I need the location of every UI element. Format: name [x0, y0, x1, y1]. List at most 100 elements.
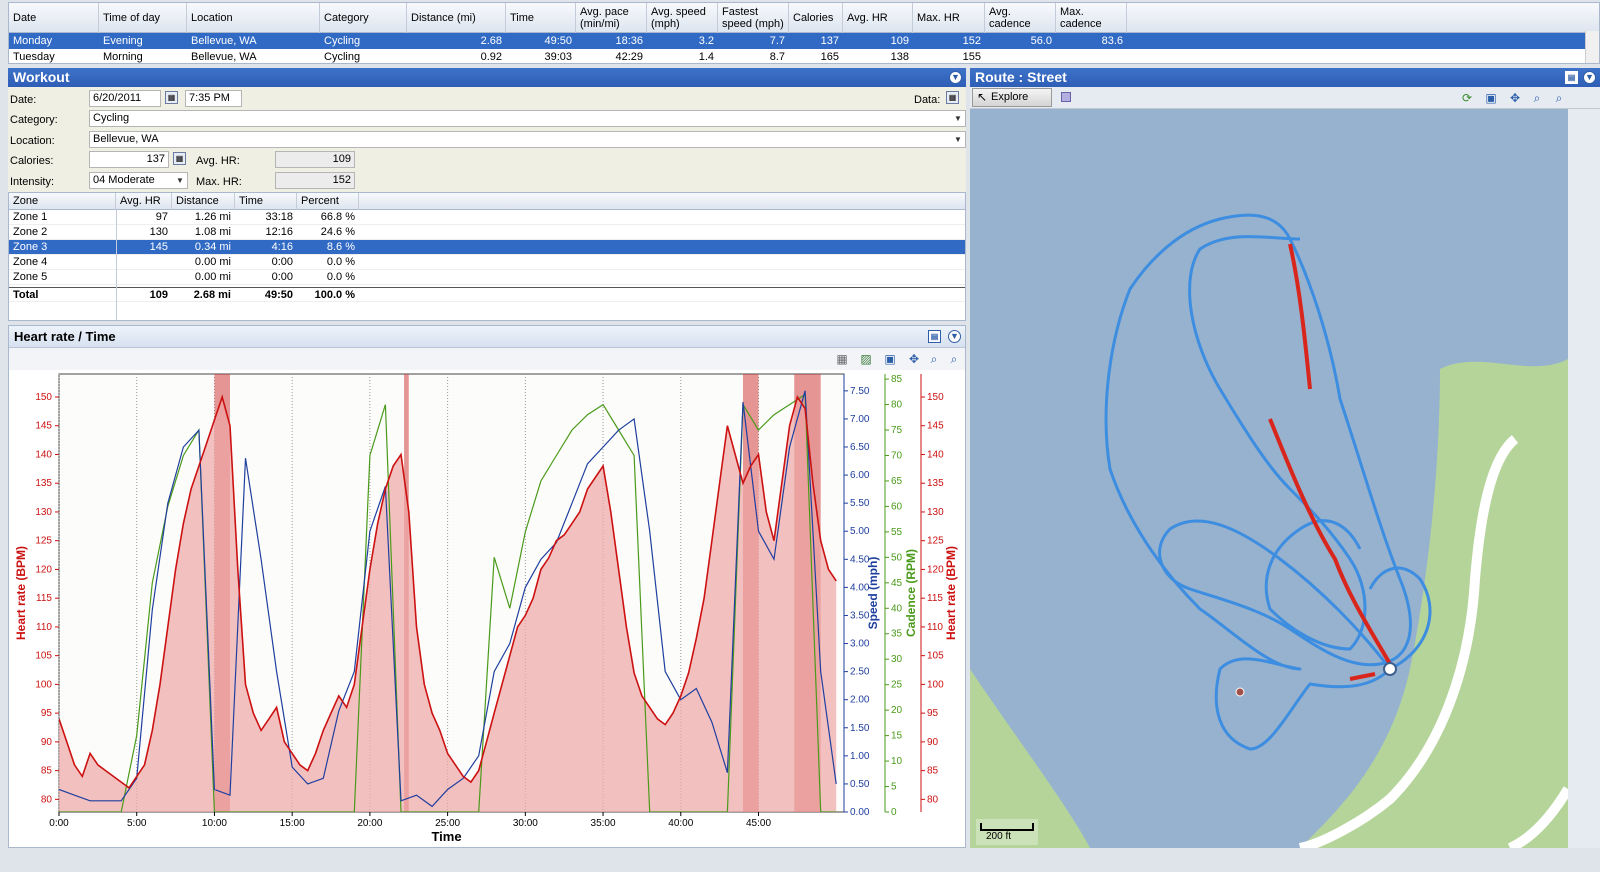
map-sidebar — [1568, 109, 1600, 848]
col-distance[interactable]: Distance (mi) — [407, 3, 506, 33]
zoom-in-icon[interactable]: ⌕ — [1530, 91, 1544, 105]
activity-row[interactable]: Monday Evening Bellevue, WA Cycling 2.68 49:5… — [9, 33, 1589, 49]
x-tick-label: 25:00 — [435, 818, 460, 829]
zone-col-time[interactable]: Time — [235, 193, 297, 210]
zone-row[interactable]: Zone 5 0.00 mi 0:00 0.0 % — [9, 270, 965, 285]
cadence-tick-label: 35 — [891, 629, 903, 640]
heart-rate-chart[interactable]: 0:00 5:00 10:00 15:00 20:00 25:00 30:00 35:00 40… — [9, 370, 965, 847]
workout-panel: Workout ▼ Date: 6/20/2011 ▦ 7:35 PM Data… — [8, 68, 966, 848]
col-time[interactable]: Time — [506, 3, 576, 33]
intensity-select[interactable]: 04 Moderate ▼ — [89, 172, 188, 189]
zone-cell: 12:16 — [265, 226, 293, 238]
col-avg-hr[interactable]: Avg. HR — [843, 3, 913, 33]
zone-col-zone[interactable]: Zone — [9, 193, 116, 210]
hr-tick-label: 90 — [41, 737, 53, 748]
col-max-hr[interactable]: Max. HR — [913, 3, 985, 33]
zone-row[interactable]: Zone 4 0.00 mi 0:00 0.0 % — [9, 255, 965, 270]
hr-tick-label: 80 — [41, 794, 53, 805]
zoom-out-icon[interactable]: ⌕ — [947, 352, 961, 366]
col-calories[interactable]: Calories — [789, 3, 843, 33]
col-max-cadence[interactable]: Max. cadence — [1056, 3, 1127, 33]
save-icon[interactable]: ▣ — [883, 352, 897, 366]
fit-icon[interactable]: ✥ — [1508, 91, 1522, 105]
explore-button[interactable]: ↖ Explore — [972, 88, 1052, 107]
zone-row[interactable]: Zone 2 130 1.08 mi 12:16 24.6 % — [9, 225, 965, 240]
speed-tick-label: 0.50 — [850, 779, 870, 790]
zone-cell: 4:16 — [271, 241, 293, 253]
cadence-axis-label: Cadence (RPM) — [904, 549, 918, 637]
calories-field[interactable]: 137 — [89, 151, 169, 168]
hr-axis-label: Heart rate (BPM) — [14, 546, 28, 640]
refresh-icon[interactable]: ⟳ — [1460, 91, 1474, 105]
x-tick-label: 45:00 — [746, 818, 771, 829]
select-icon[interactable] — [1061, 92, 1071, 102]
save-icon[interactable]: ▣ — [1484, 91, 1498, 105]
zoom-out-icon[interactable]: ⌕ — [1552, 91, 1566, 105]
activity-grid-header: Date Time of day Location Category Dista… — [9, 3, 1599, 33]
zone-cell: 33:18 — [265, 211, 293, 223]
chevron-down-icon[interactable]: ▼ — [951, 111, 965, 126]
col-date[interactable]: Date — [9, 3, 99, 33]
col-location[interactable]: Location — [187, 3, 320, 33]
collapse-icon[interactable]: ▼ — [949, 71, 962, 84]
layout-icon[interactable]: ▤ — [928, 330, 941, 343]
zone-cell: Total — [13, 289, 39, 301]
hr-tick-label: 130 — [35, 507, 52, 518]
hr-right-tick-label: 90 — [927, 737, 939, 748]
zone-row[interactable]: Zone 3 145 0.34 mi 4:16 8.6 % — [9, 240, 965, 255]
zone-cell: 0.0 % — [326, 271, 355, 283]
zone-col-distance[interactable]: Distance — [172, 193, 235, 210]
col-fastest-speed[interactable]: Fastest speed (mph) — [718, 3, 789, 33]
col-category[interactable]: Category — [320, 3, 407, 33]
col-time-of-day[interactable]: Time of day — [99, 3, 187, 33]
zone-total-row[interactable]: Total 109 2.68 mi 49:50 100.0 % — [9, 287, 965, 302]
data-icon[interactable]: ▦ — [946, 91, 959, 104]
col-avg-speed[interactable]: Avg. speed (mph) — [647, 3, 718, 33]
hr-tick-label: 115 — [36, 593, 52, 604]
scale-label: 200 ft — [986, 831, 1012, 842]
col-avg-cadence[interactable]: Avg. cadence — [985, 3, 1056, 33]
chevron-down-icon[interactable]: ▼ — [951, 132, 965, 147]
cadence-tick-label: 10 — [891, 756, 903, 767]
route-map[interactable]: 200 ft — [970, 109, 1568, 848]
zone-col-percent[interactable]: Percent — [297, 193, 359, 210]
zone-col-avg-hr[interactable]: Avg. HR — [116, 193, 172, 210]
col-avg-pace[interactable]: Avg. pace (min/mi) — [576, 3, 647, 33]
calculator-icon[interactable]: ▦ — [173, 152, 186, 165]
intensity-label: Intensity: — [10, 176, 55, 188]
hr-right-tick-label: 150 — [927, 392, 944, 403]
hr-right-tick-label: 145 — [927, 421, 944, 432]
cadence-tick-label: 25 — [891, 680, 903, 691]
speed-tick-label: 2.50 — [850, 667, 870, 678]
time-field[interactable]: 7:35 PM — [185, 90, 242, 107]
zone-row[interactable]: Zone 1 97 1.26 mi 33:18 66.8 % — [9, 210, 965, 225]
x-tick-label: 10:00 — [202, 818, 227, 829]
date-field[interactable]: 6/20/2011 — [89, 90, 161, 107]
grid-scrollbar[interactable] — [1585, 31, 1599, 63]
collapse-icon[interactable]: ▼ — [948, 330, 961, 343]
zone-cell: 8.6 % — [326, 241, 355, 253]
activity-cell: 8.7 — [769, 51, 785, 63]
activity-cell: 2.68 — [480, 35, 502, 47]
collapse-icon[interactable]: ▼ — [1583, 71, 1596, 84]
zone-cell: 100.0 % — [314, 289, 355, 301]
layout-icon[interactable]: ▤ — [1565, 71, 1578, 84]
chevron-down-icon[interactable]: ▼ — [173, 173, 187, 188]
chart-type-icon[interactable]: ▨ — [859, 352, 873, 366]
workout-title: Workout — [13, 69, 70, 85]
calendar-icon[interactable]: ▦ — [165, 91, 178, 104]
speed-tick-label: 7.50 — [850, 386, 870, 397]
end-marker[interactable] — [1235, 687, 1245, 697]
zone-cell — [116, 270, 172, 285]
speed-tick-label: 6.00 — [850, 470, 870, 481]
activity-row[interactable]: Tuesday Morning Bellevue, WA Cycling 0.92 39:… — [9, 49, 1589, 65]
start-marker[interactable] — [1383, 662, 1397, 676]
x-tick-label: 0:00 — [49, 818, 69, 829]
cadence-tick-label: 15 — [891, 731, 903, 742]
grid-icon[interactable]: ▦ — [835, 352, 849, 366]
fit-icon[interactable]: ✥ — [907, 352, 921, 366]
category-select[interactable]: Cycling ▼ — [89, 110, 966, 127]
location-select[interactable]: Bellevue, WA ▼ — [89, 131, 966, 148]
zoom-in-icon[interactable]: ⌕ — [927, 352, 941, 366]
x-tick-label: 15:00 — [280, 818, 305, 829]
